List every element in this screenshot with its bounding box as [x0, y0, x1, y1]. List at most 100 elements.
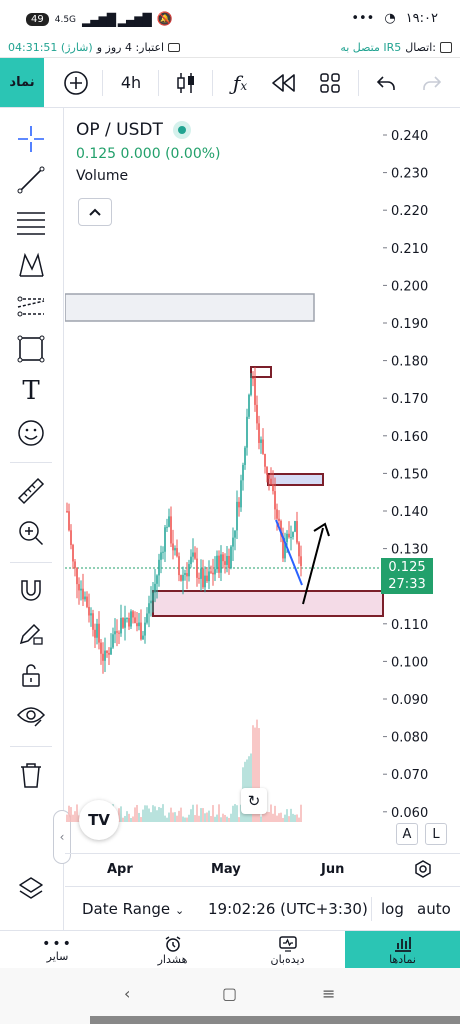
price-tick-label: 0.180 [391, 355, 428, 370]
nav-more[interactable]: ••• سایر [0, 931, 115, 969]
volume-bar [164, 815, 166, 822]
demand-zone [152, 590, 384, 617]
candle-body [108, 652, 110, 655]
utc-clock[interactable]: 19:02:26 (UTC+3:30) [208, 900, 368, 918]
nav-symbols[interactable]: نمادها [345, 931, 460, 969]
pattern-tool[interactable] [12, 248, 50, 282]
remove-drawings-tool[interactable] [12, 758, 50, 792]
zoom-tool[interactable] [12, 516, 50, 550]
candles [66, 367, 302, 674]
volume-bar [122, 817, 124, 822]
candle-body [258, 423, 260, 443]
fib-tool[interactable] [12, 206, 50, 240]
smiley-icon [18, 420, 44, 446]
legend-price: 0.125 [76, 146, 117, 162]
indicators-button[interactable]: ƒx [220, 58, 260, 107]
reset-icon: ↻ [247, 792, 261, 810]
price-tick-label: 0.190 [391, 317, 428, 332]
candle-body [118, 632, 120, 634]
legend-change-pct: (0.00%) [165, 146, 221, 162]
magnet-tool[interactable] [12, 574, 50, 608]
volume-bar [160, 807, 162, 822]
trend-line-tool[interactable] [12, 163, 50, 197]
price-tick-label: 0.200 [391, 279, 428, 294]
prediction-tool[interactable] [12, 290, 50, 324]
volume-bar [192, 804, 194, 822]
candle-body [200, 568, 202, 579]
undo-button[interactable] [366, 58, 406, 107]
object-tree-tool[interactable] [12, 872, 50, 906]
eye-icon [16, 707, 46, 727]
auto-toggle[interactable]: auto [417, 900, 451, 918]
log-scale-button[interactable]: L [425, 823, 447, 845]
chart-type-button[interactable] [166, 58, 206, 107]
price-tick-label: 0.220 [391, 204, 428, 219]
volume-bar [162, 804, 164, 822]
lock-drawings-tool[interactable] [12, 616, 50, 650]
nav-alerts[interactable]: هشدار [115, 931, 230, 969]
add-symbol-button[interactable] [56, 58, 96, 107]
chart-legend: OP / USDT 0.125 0.000 (0.00%) Volume [76, 120, 221, 184]
pattern-icon [19, 252, 44, 277]
fib-lines-icon [17, 212, 45, 235]
price-chart[interactable]: 0.240 0.230 0.220 0.210 0.200 0.190 0.180 0.170… [65, 108, 460, 853]
measure-tool[interactable] [12, 474, 50, 508]
candle-body [242, 464, 244, 481]
candle-body [70, 530, 72, 545]
trash-icon [21, 763, 41, 788]
candle-body [90, 613, 92, 616]
reset-chart-button[interactable]: ↻ [241, 788, 267, 814]
time-label-jun: Jun [321, 862, 345, 877]
battery-icon: 49 [26, 13, 49, 26]
price-tick-label: 0.110 [391, 618, 428, 633]
candle-body [264, 453, 266, 467]
volume-bar [198, 815, 200, 822]
redo-button[interactable] [412, 58, 452, 107]
candle-body [112, 634, 114, 648]
tradingview-logo[interactable]: TV [79, 800, 119, 840]
emoji-tool[interactable] [12, 416, 50, 450]
candle-body [164, 527, 166, 552]
shapes-tool[interactable] [12, 332, 50, 366]
hide-drawings-tool[interactable] [12, 700, 50, 734]
legend-collapse-button[interactable] [78, 198, 112, 226]
unlock-tool[interactable] [12, 658, 50, 692]
candle-body [268, 474, 270, 479]
auto-scale-button[interactable]: A [396, 823, 418, 845]
volume-bar [66, 814, 68, 822]
symbol-title[interactable]: OP / USDT [76, 120, 163, 140]
volume-bar [288, 816, 290, 822]
candle-body [224, 561, 226, 565]
interval-button[interactable]: 4h [110, 58, 152, 107]
candle-body [240, 480, 242, 508]
candle-body [256, 404, 258, 424]
candle-body [154, 583, 156, 593]
pencil-lock-icon [19, 623, 43, 645]
candle-body [110, 647, 112, 655]
candle-body [214, 569, 216, 575]
candle-body [202, 568, 204, 588]
replay-button[interactable] [264, 58, 304, 107]
candle-body [300, 556, 302, 566]
price-tick-label: 0.210 [391, 242, 428, 257]
volume-bar [230, 813, 232, 822]
recents-icon[interactable]: ≡ [322, 984, 335, 1003]
layout-button[interactable] [310, 58, 350, 107]
back-icon[interactable]: ‹ [124, 984, 130, 1003]
symbols-button[interactable]: نماد [0, 58, 44, 107]
crosshair-tool[interactable] [12, 122, 50, 156]
settings-hex-icon [415, 860, 431, 878]
card-icon [168, 43, 181, 52]
home-square-icon[interactable]: ▢ [222, 984, 237, 1003]
candle-body [182, 574, 184, 581]
date-range-button[interactable]: Date Range ⌄ [82, 900, 184, 918]
chart-settings-button[interactable] [412, 858, 434, 880]
text-tool[interactable]: T [12, 374, 50, 408]
candle-body [262, 439, 264, 454]
volume-bar [216, 814, 218, 822]
log-toggle[interactable]: log [381, 900, 404, 918]
volume-bar [296, 814, 298, 822]
candle-body [216, 555, 218, 570]
candle-body [130, 611, 132, 627]
nav-watchlist[interactable]: دیده‌بان [230, 931, 345, 969]
